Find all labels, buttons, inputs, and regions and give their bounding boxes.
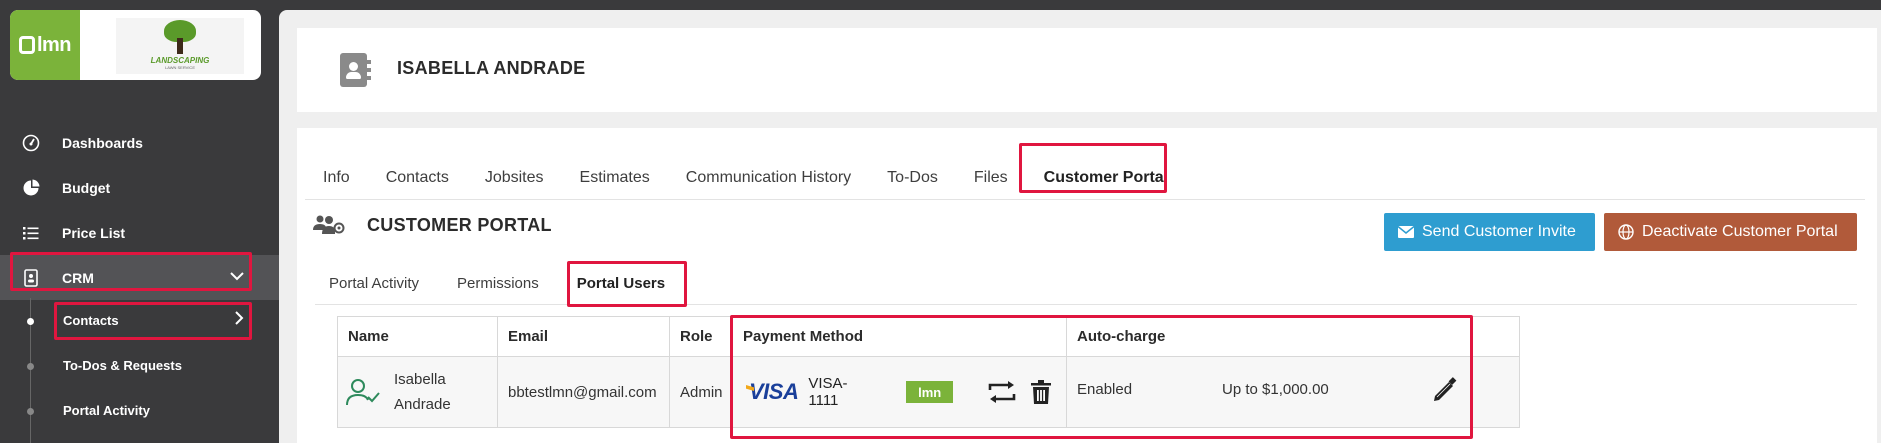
lmn-processor-icon: lmn [906, 381, 954, 403]
column-header-payment-method: Payment Method [733, 317, 1067, 356]
send-customer-invite-button[interactable]: Send Customer Invite [1384, 213, 1595, 251]
column-header-autocharge: Auto-charge [1077, 328, 1166, 345]
sidebar-nav: Dashboards Budget Price List CRM [0, 120, 279, 300]
tab-customer-portal[interactable]: Customer Portal [1026, 156, 1186, 200]
list-icon [22, 224, 40, 242]
portal-subtabs: Portal Activity Permissions Portal Users [315, 261, 1857, 305]
trash-icon[interactable] [1027, 379, 1056, 405]
tab-todos[interactable]: To-Dos [869, 156, 956, 200]
sidebar-subitem-label: Contacts [63, 313, 119, 328]
sidebar-item-crm[interactable]: CRM [0, 255, 279, 300]
sidebar-subitem-label: To-Dos & Requests [63, 358, 182, 373]
tab-jobsites[interactable]: Jobsites [467, 156, 562, 200]
cell-email: bbtestlmn@gmail.com [498, 357, 670, 427]
section-title: CUSTOMER PORTAL [367, 214, 552, 235]
deactivate-customer-portal-button[interactable]: Deactivate Customer Portal [1604, 213, 1857, 251]
sidebar-item-label: Price List [62, 224, 126, 241]
company-sub: LAWN SERVICE [164, 65, 195, 70]
cell-autocharge: Enabled Up to $1,000.00 [1067, 357, 1519, 427]
brand-card: lmn LANDSCAPING LAWN SERVICE [10, 10, 261, 80]
subtab-portal-users[interactable]: Portal Users [563, 261, 679, 305]
sidebar-subitem-todos-requests[interactable]: To-Dos & Requests [0, 343, 279, 388]
main-area: ISABELLA ANDRADE Info Contacts Jobsites … [279, 10, 1881, 443]
sidebar-item-price-list[interactable]: Price List [0, 210, 279, 255]
cell-name: Isabella Andrade [338, 357, 498, 427]
sidebar-item-label: Dashboards [62, 134, 143, 151]
contact-tabs: Info Contacts Jobsites Estimates Communi… [305, 156, 1865, 200]
globe-icon [1618, 224, 1634, 240]
tab-files[interactable]: Files [956, 156, 1026, 200]
table-header: Name Email Role Payment Method Auto-char… [338, 317, 1519, 357]
lmn-logo-text: lmn [36, 33, 72, 56]
table-row: Isabella Andrade bbtestlmn@gmail.com Adm… [338, 357, 1519, 427]
sidebar-item-dashboards[interactable]: Dashboards [0, 120, 279, 165]
tree-icon [158, 20, 202, 56]
cell-payment-method: VISA VISA-1111 lmn [733, 357, 1067, 427]
lmn-logo[interactable]: lmn [10, 10, 80, 80]
users-gear-icon [313, 214, 345, 236]
page-title: ISABELLA ANDRADE [397, 58, 586, 78]
chevron-right-icon [231, 310, 247, 329]
sidebar-item-label: CRM [62, 269, 94, 286]
tab-info[interactable]: Info [305, 156, 368, 200]
card-number: VISA-1111 [808, 375, 848, 409]
sidebar-item-label: Budget [62, 179, 111, 196]
portal-users-table: Name Email Role Payment Method Auto-char… [337, 316, 1520, 428]
bullet-icon [27, 363, 34, 370]
tab-contacts[interactable]: Contacts [368, 156, 467, 200]
user-last-name: Andrade [394, 396, 451, 413]
company-name: LANDSCAPING [150, 56, 210, 65]
user-first-name: Isabella [394, 371, 446, 388]
pie-chart-icon [22, 179, 40, 197]
user-name: Isabella Andrade [394, 367, 451, 417]
contact-content: Info Contacts Jobsites Estimates Communi… [297, 128, 1877, 443]
sidebar-subitem-label: Portal Activity [63, 403, 150, 418]
subtab-permissions[interactable]: Permissions [443, 261, 553, 305]
subtab-portal-activity[interactable]: Portal Activity [315, 261, 433, 305]
autocharge-limit: Up to $1,000.00 [1222, 381, 1329, 398]
sidebar-subitem-portal-activity[interactable]: Portal Activity [0, 388, 279, 433]
column-header-name: Name [338, 317, 498, 356]
envelope-icon [1398, 226, 1414, 238]
sidebar-item-budget[interactable]: Budget [0, 165, 279, 210]
section-header: CUSTOMER PORTAL [313, 206, 552, 244]
bullet-icon [27, 408, 34, 415]
sidebar: lmn LANDSCAPING LAWN SERVICE Dashboards … [0, 0, 279, 443]
tab-estimates[interactable]: Estimates [562, 156, 668, 200]
replace-card-icon[interactable] [987, 379, 1016, 405]
bullet-icon [27, 318, 34, 325]
sidebar-subitem-contacts[interactable]: Contacts [0, 298, 279, 343]
pencil-icon[interactable] [1432, 377, 1460, 405]
autocharge-status: Enabled [1077, 381, 1133, 398]
column-header-role: Role [670, 317, 733, 356]
company-logo: LANDSCAPING LAWN SERVICE [116, 18, 244, 74]
lmn-logo-mark-icon [18, 36, 35, 54]
address-book-icon [340, 53, 371, 87]
cell-role: Admin [670, 357, 733, 427]
visa-icon: VISA [746, 379, 799, 405]
contact-header: ISABELLA ANDRADE [297, 28, 1877, 112]
column-header-email: Email [498, 317, 670, 356]
chevron-down-icon [229, 268, 245, 287]
gauge-icon [22, 134, 40, 152]
contact-card-icon [22, 268, 40, 287]
crm-subnav: Contacts To-Dos & Requests Portal Activi… [0, 298, 279, 443]
tab-communication-history[interactable]: Communication History [668, 156, 869, 200]
user-check-icon [346, 377, 380, 407]
